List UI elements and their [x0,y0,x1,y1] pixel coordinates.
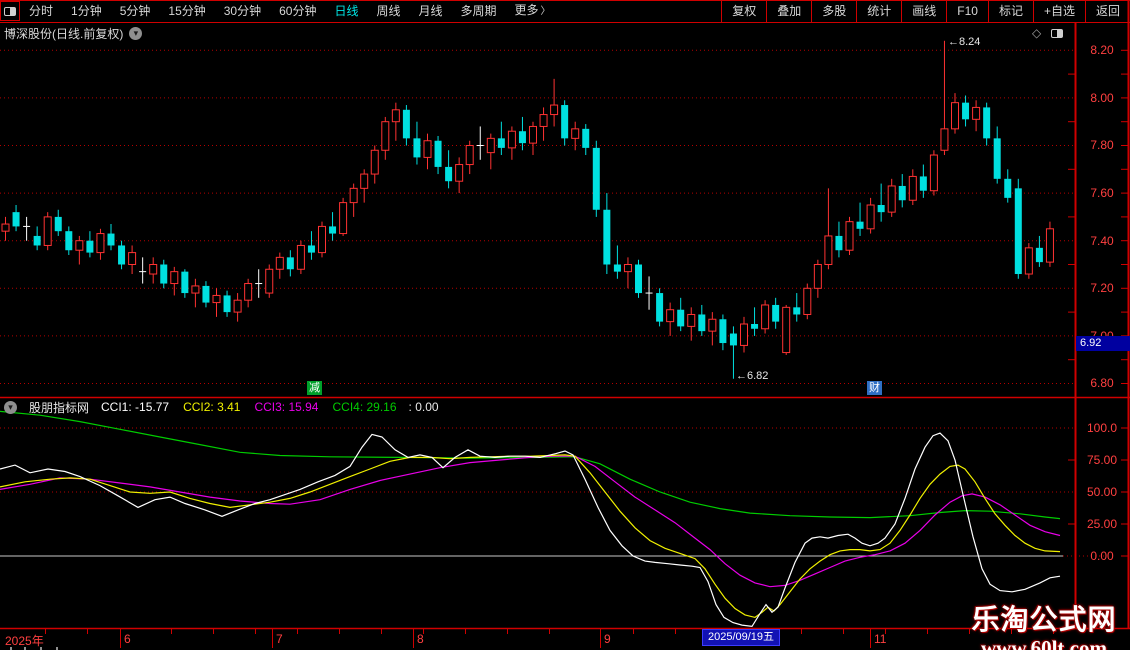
period-button-15分钟[interactable]: 15分钟 [159,0,214,22]
action-button-F10[interactable]: F10 [946,0,988,22]
period-button-5分钟[interactable]: 5分钟 [111,0,160,22]
date-axis-label: 6 [124,632,131,646]
period-button-1分钟[interactable]: 1分钟 [62,0,111,22]
more-label: 更多 [515,3,539,17]
indicator-values: CCI1: -15.77 CCI2: 3.41 CCI3: 15.94 CCI4: 2… [101,400,397,414]
finance-event-badge[interactable]: 财 [867,381,882,395]
indicator-header: ▾ 股朋指标网 CCI1: -15.77 CCI2: 3.41 CCI3: 15.9… [4,399,439,415]
period-toolbar: 分时1分钟5分钟15分钟30分钟60分钟日线周线月线多周期 更多〉 复权叠加多股… [0,0,1130,22]
period-button-60分钟[interactable]: 60分钟 [270,0,325,22]
stock-app-window: 分时1分钟5分钟15分钟30分钟60分钟日线周线月线多周期 更多〉 复权叠加多股… [0,0,1130,650]
diamond-icon[interactable]: ◇ [1032,26,1041,40]
current-price-badge: 6.92 [1076,336,1130,351]
cci-axis-label: 0.00 [1076,549,1128,563]
period-button-多周期[interactable]: 多周期 [452,0,506,22]
period-buttons: 分时1分钟5分钟15分钟30分钟60分钟日线周线月线多周期 [20,0,506,22]
period-button-周线[interactable]: 周线 [367,0,409,22]
high-annotation: ←8.24 [948,36,980,48]
pane-icon[interactable] [1051,29,1063,38]
action-button-标记[interactable]: 标记 [988,0,1033,22]
cci-axis-label: 25.00 [1076,517,1128,531]
indicator-value: CCI3: 15.94 [254,400,318,414]
date-axis-label: 8 [417,632,424,646]
action-button-统计[interactable]: 统计 [856,0,901,22]
reduce-event-badge[interactable]: 减 [307,381,322,395]
chart-corner-icons: ◇ [1032,26,1063,40]
action-button-叠加[interactable]: 叠加 [766,0,811,22]
date-axis-label: 9 [604,632,611,646]
period-button-日线[interactable]: 日线 [325,0,367,22]
indicator-value: CCI2: 3.41 [183,400,240,414]
indicator-value: CCI1: -15.77 [101,400,169,414]
price-axis-label: 6.80 [1076,376,1128,390]
indicator-extra-value: : 0.00 [409,400,439,414]
price-axis-label: 7.60 [1076,186,1128,200]
action-buttons: 复权叠加多股统计画线F10标记+自选返回 [721,0,1130,22]
action-button-+自选[interactable]: +自选 [1033,0,1085,22]
page-title: 博深股份(日线.前复权) [4,25,123,42]
layout-pane-icon[interactable] [0,1,20,21]
chevron-down-circle-icon[interactable]: ▾ [4,401,17,414]
action-button-画线[interactable]: 画线 [901,0,946,22]
price-axis-label: 8.20 [1076,43,1128,57]
action-button-多股[interactable]: 多股 [811,0,856,22]
price-axis-label: 7.40 [1076,234,1128,248]
combined-chart [0,0,1130,650]
price-axis-label: 7.80 [1076,138,1128,152]
cci-axis-label: 100.0 [1076,421,1128,435]
more-button[interactable]: 更多〉 [506,0,560,23]
low-annotation: ←6.82 [736,370,768,382]
indicator-value: CCI4: 29.16 [332,400,396,414]
period-button-月线[interactable]: 月线 [410,0,452,22]
indicator-name[interactable]: 股朋指标网 [29,399,89,416]
cci-axis-label: 50.00 [1076,485,1128,499]
crosshair-date-badge: 2025/09/19五 [702,629,780,646]
pane-icon [4,7,16,16]
price-axis-label: 7.20 [1076,281,1128,295]
chevron-down-circle-icon[interactable]: ▾ [129,27,142,40]
action-button-复权[interactable]: 复权 [721,0,766,22]
date-axis-label: 7 [276,632,283,646]
price-axis-label: 8.00 [1076,91,1128,105]
chevron-right-icon: 〉 [541,6,551,17]
period-button-分时[interactable]: 分时 [20,0,62,22]
cci-axis-label: 75.00 [1076,453,1128,467]
period-button-30分钟[interactable]: 30分钟 [215,0,270,22]
action-button-返回[interactable]: 返回 [1085,0,1130,22]
title-bar: 博深股份(日线.前复权) ▾ [4,25,142,42]
date-axis-label: 11 [874,632,886,646]
